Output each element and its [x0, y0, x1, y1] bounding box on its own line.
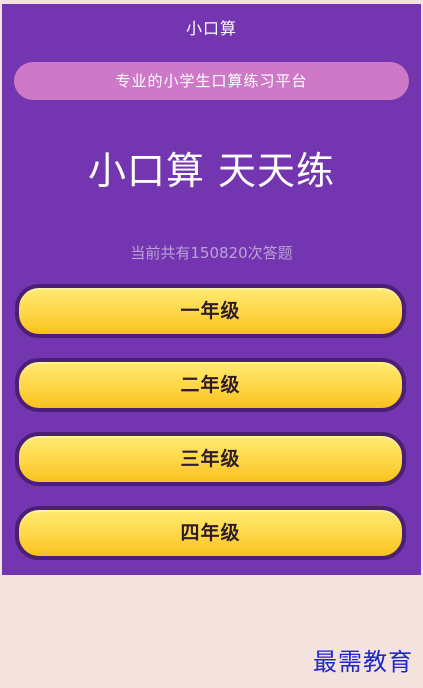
grade-button-fourth[interactable]: 四年级: [15, 506, 406, 560]
tagline-banner: 专业的小学生口算练习平台: [14, 62, 409, 100]
grade-button-label: 一年级: [180, 300, 241, 322]
grade-button-third[interactable]: 三年级: [15, 432, 406, 486]
tagline-text: 专业的小学生口算练习平台: [115, 72, 308, 90]
grade-button-first[interactable]: 一年级: [15, 284, 406, 338]
grade-button-label: 三年级: [180, 448, 241, 470]
hero-title: 小口算 天天练: [87, 149, 336, 193]
app-screen: 小口算 专业的小学生口算练习平台 小口算 天天练 当前共有150820次答题 一…: [0, 0, 423, 688]
app-title: 小口算: [185, 19, 237, 38]
grade-button-label: 四年级: [180, 522, 241, 544]
watermark-logo: 最需教育: [313, 648, 413, 676]
grade-button-label: 二年级: [180, 374, 241, 396]
grade-button-second[interactable]: 二年级: [15, 358, 406, 412]
answer-count-text: 当前共有150820次答题: [130, 244, 293, 262]
